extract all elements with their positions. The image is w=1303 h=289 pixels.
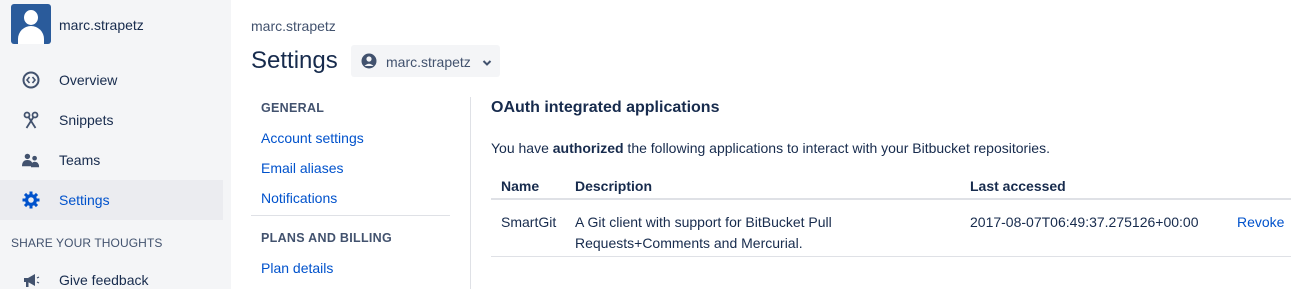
sidebar-item-feedback[interactable]: Give feedback	[0, 260, 223, 289]
user-icon	[361, 53, 377, 69]
gear-icon	[22, 191, 40, 209]
chevron-down-icon	[482, 55, 492, 71]
plans-billing-heading: PLANS AND BILLING	[261, 231, 393, 245]
app-description-line2: Requests+Comments and Mercurial.	[575, 235, 803, 251]
account-settings-link[interactable]: Account settings	[261, 130, 364, 146]
people-icon	[22, 151, 40, 169]
column-header-last-accessed: Last accessed	[970, 178, 1066, 194]
megaphone-icon	[22, 271, 40, 289]
account-selector-label: marc.strapetz	[386, 54, 471, 70]
user-header[interactable]	[11, 4, 51, 44]
app-name: SmartGit	[501, 214, 557, 230]
sidebar-item-teams[interactable]: Teams	[0, 140, 223, 180]
sidebar-item-settings[interactable]: Settings	[0, 180, 223, 220]
sidebar-item-overview[interactable]: Overview	[0, 60, 223, 100]
sidebar-item-label: Give feedback	[59, 272, 149, 288]
general-heading: GENERAL	[261, 101, 325, 115]
app-last-accessed: 2017-08-07T06:49:37.275126+00:00	[970, 214, 1199, 230]
divider	[251, 215, 450, 216]
table-header: Name Description Last accessed	[491, 170, 1291, 200]
table-row: SmartGit A Git client with support for B…	[491, 200, 1291, 257]
page-title: Settings	[251, 47, 338, 74]
intro-post: the following applications to interact w…	[623, 140, 1050, 156]
plan-details-link[interactable]: Plan details	[261, 260, 333, 276]
sidebar-item-label: Settings	[59, 192, 110, 208]
app-description-line1: A Git client with support for BitBucket …	[575, 214, 832, 230]
scissors-icon	[22, 111, 40, 129]
avatar[interactable]	[11, 4, 51, 44]
intro-bold: authorized	[552, 140, 624, 156]
email-aliases-link[interactable]: Email aliases	[261, 160, 343, 176]
sidebar-item-label: Overview	[59, 72, 118, 88]
sidebar: marc.strapetz Overview Snippets Teams Se…	[0, 0, 231, 289]
vertical-divider	[470, 97, 471, 289]
revoke-link[interactable]: Revoke	[1237, 212, 1284, 233]
overview-icon	[22, 71, 40, 89]
content-title: OAuth integrated applications	[491, 99, 720, 116]
sidebar-item-snippets[interactable]: Snippets	[0, 100, 223, 140]
sidebar-item-label: Teams	[59, 152, 101, 168]
column-header-description: Description	[575, 178, 653, 194]
intro-pre: You have	[491, 140, 553, 156]
app-description: A Git client with support for BitBucket …	[575, 212, 832, 254]
intro-text: You have authorized the following applic…	[491, 140, 1050, 156]
breadcrumb[interactable]: marc.strapetz	[251, 18, 336, 34]
column-header-name: Name	[501, 178, 540, 194]
user-name[interactable]: marc.strapetz	[59, 17, 144, 33]
account-selector[interactable]: marc.strapetz	[351, 45, 500, 77]
share-thoughts-heading: SHARE YOUR THOUGHTS	[11, 236, 163, 250]
sidebar-item-label: Snippets	[59, 112, 114, 128]
notifications-link[interactable]: Notifications	[261, 190, 337, 206]
